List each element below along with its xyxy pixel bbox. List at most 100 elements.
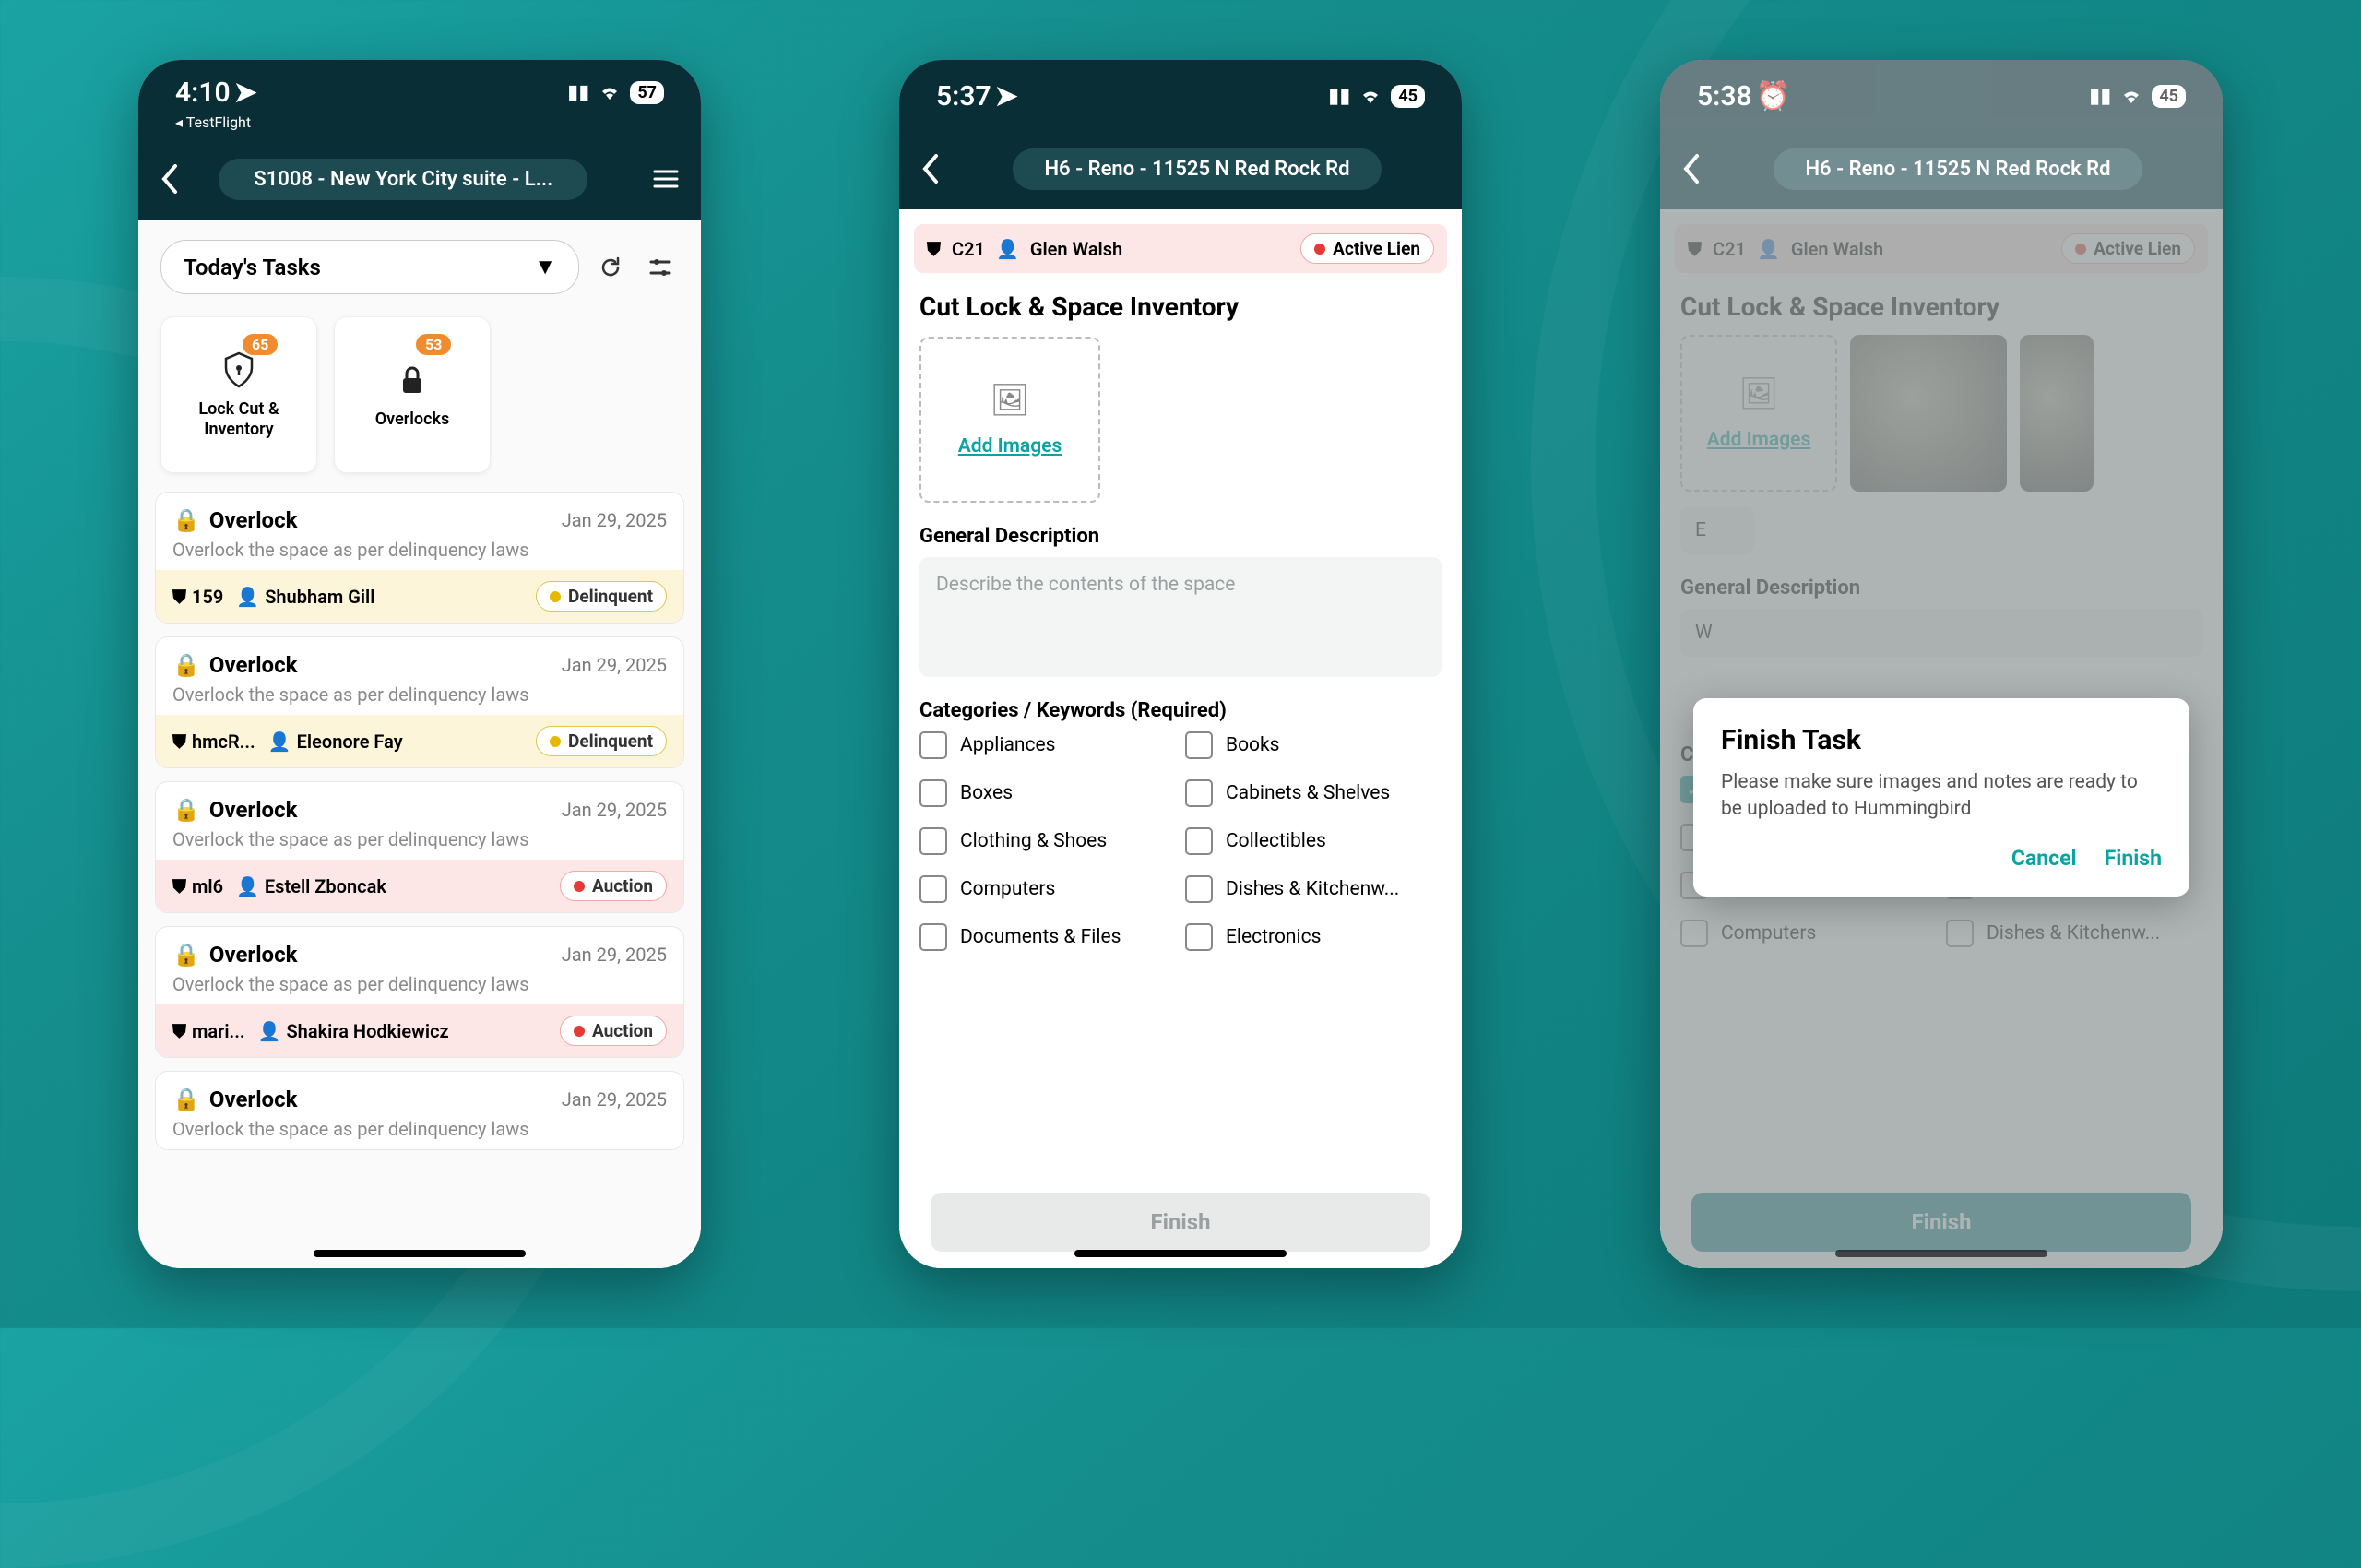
back-button[interactable] <box>921 154 940 184</box>
cellular-icon: ▮▮ <box>2089 85 2111 108</box>
battery-badge: 57 <box>630 81 664 104</box>
tile-overlocks[interactable]: 53 Overlocks <box>334 316 491 473</box>
location-arrow-icon: ➤ <box>995 80 1018 113</box>
testflight-link[interactable]: ◂ TestFlight <box>138 113 701 138</box>
description-label: General Description <box>899 519 1462 557</box>
status-pill-auction: Auction <box>560 871 667 901</box>
nav-header: S1008 - New York City suite - L... <box>138 138 701 220</box>
task-card[interactable]: 🔒Overlock Jan 29, 2025 Overlock the spac… <box>155 636 684 768</box>
category-checkbox[interactable]: Electronics <box>1185 923 1442 951</box>
checkbox-icon <box>1185 923 1213 951</box>
category-label: Books <box>1226 734 1280 756</box>
add-images-link[interactable]: Add Images <box>958 435 1062 457</box>
location-pill[interactable]: H6 - Reno - 11525 N Red Rock Rd <box>1013 148 1382 190</box>
lock-icon: 🔒 <box>172 942 200 968</box>
finish-button[interactable]: Finish <box>2105 846 2162 871</box>
location-pill: H6 - Reno - 11525 N Red Rock Rd <box>1774 148 2142 190</box>
unit-chip: ⛊ml6 <box>172 875 223 897</box>
task-scroll[interactable]: Today's Tasks ▼ 65 Lock Cut & Inventory <box>138 220 701 1268</box>
lock-icon: 🔒 <box>172 797 200 823</box>
unit-chip: ⛊mari... <box>172 1020 245 1042</box>
category-checkbox[interactable]: Dishes & Kitchenw... <box>1185 875 1442 903</box>
category-checkbox[interactable]: Books <box>1185 731 1442 759</box>
checkbox-icon <box>1185 875 1213 903</box>
category-checkbox[interactable]: Appliances <box>919 731 1176 759</box>
finish-button[interactable]: Finish <box>931 1193 1430 1252</box>
status-pill-delinquent: Delinquent <box>536 581 667 612</box>
category-checkbox[interactable]: Documents & Files <box>919 923 1176 951</box>
category-label: Cabinets & Shelves <box>1226 782 1390 804</box>
category-label: Dishes & Kitchenw... <box>1226 878 1399 900</box>
door-icon: ⛊ <box>927 238 941 260</box>
category-checkbox[interactable]: Cabinets & Shelves <box>1185 779 1442 807</box>
modal-title: Finish Task <box>1721 724 2162 756</box>
description-input[interactable]: Describe the contents of the space <box>919 557 1442 677</box>
tile-lock-cut[interactable]: 65 Lock Cut & Inventory <box>160 316 317 473</box>
task-card[interactable]: 🔒Overlock Jan 29, 2025 Overlock the spac… <box>155 926 684 1058</box>
task-card[interactable]: 🔒Overlock Jan 29, 2025 Overlock the spac… <box>155 1071 684 1150</box>
cellular-icon: ▮▮ <box>567 81 589 104</box>
categories-label: Categories / Keywords (Required) <box>899 694 1462 731</box>
status-time: 4:10➤ <box>175 77 257 109</box>
checkbox-icon <box>919 779 947 807</box>
status-pill-auction: Auction <box>560 1016 667 1046</box>
checkbox-icon <box>919 875 947 903</box>
door-icon: ⛊ <box>172 586 186 608</box>
checkbox-icon <box>1185 827 1213 855</box>
category-checkbox[interactable]: Clothing & Shoes <box>919 827 1176 855</box>
category-label: Appliances <box>960 734 1055 756</box>
settings-button[interactable] <box>642 249 679 286</box>
alarm-icon: ⏰ <box>1756 80 1790 113</box>
status-bar: 5:37➤ ▮▮ 45 <box>899 60 1462 128</box>
battery-badge: 45 <box>2152 85 2186 108</box>
refresh-button[interactable] <box>592 249 629 286</box>
wifi-icon <box>1359 88 1382 104</box>
category-label: Clothing & Shoes <box>960 830 1107 852</box>
tenant-chip: 👤Shakira Hodkiewicz <box>258 1020 449 1042</box>
image-icon: 🖼 <box>990 382 1029 419</box>
person-icon: 👤 <box>236 586 259 608</box>
category-checkbox[interactable]: Collectibles <box>1185 827 1442 855</box>
add-images-button[interactable]: 🖼 Add Images <box>919 337 1100 503</box>
home-indicator[interactable] <box>314 1250 526 1257</box>
menu-button[interactable] <box>653 169 679 189</box>
home-indicator[interactable] <box>1074 1250 1287 1257</box>
task-card[interactable]: 🔒Overlock Jan 29, 2025 Overlock the spac… <box>155 781 684 913</box>
status-right: ▮▮ 45 <box>2089 85 2186 108</box>
filter-dropdown[interactable]: Today's Tasks ▼ <box>160 240 579 294</box>
person-icon: 👤 <box>258 1020 281 1042</box>
location-arrow-icon: ➤ <box>234 77 257 109</box>
checkbox-icon <box>1185 779 1213 807</box>
status-time: 5:37➤ <box>936 80 1018 113</box>
category-label: Boxes <box>960 782 1013 804</box>
phone-tasks-list: 4:10➤ ▮▮ 57 ◂ TestFlight S1008 - New Yor… <box>138 60 701 1268</box>
task-date: Jan 29, 2025 <box>562 509 667 531</box>
category-checkbox[interactable]: Boxes <box>919 779 1176 807</box>
phone-inventory-form: 5:37➤ ▮▮ 45 H6 - Reno - 11525 N Red Rock… <box>899 60 1462 1268</box>
lock-icon: 🔒 <box>172 507 200 533</box>
unit-chip: ⛊hmcR... <box>172 731 255 753</box>
modal-body: Please make sure images and notes are re… <box>1721 769 2162 824</box>
category-checkbox[interactable]: Computers <box>919 875 1176 903</box>
door-icon: ⛊ <box>172 1020 186 1042</box>
tenant-chip: 👤Shubham Gill <box>236 586 374 608</box>
inventory-scroll[interactable]: ⛊C21 👤Glen Walsh Active Lien Cut Lock & … <box>899 209 1462 1268</box>
status-bar: 4:10➤ ▮▮ 57 <box>138 60 701 113</box>
cancel-button[interactable]: Cancel <box>2011 846 2077 871</box>
task-card[interactable]: 🔒Overlock Jan 29, 2025 Overlock the spac… <box>155 492 684 624</box>
category-label: Collectibles <box>1226 830 1326 852</box>
chevron-down-icon: ▼ <box>534 254 556 280</box>
nav-header: H6 - Reno - 11525 N Red Rock Rd <box>899 128 1462 209</box>
nav-header: H6 - Reno - 11525 N Red Rock Rd <box>1660 128 2223 209</box>
door-icon: ⛊ <box>172 875 186 897</box>
status-right: ▮▮ 45 <box>1328 85 1425 108</box>
checkbox-icon <box>919 827 947 855</box>
checkbox-icon <box>1185 731 1213 759</box>
lock-icon: 🔒 <box>172 652 200 678</box>
shield-icon <box>219 350 259 390</box>
back-button[interactable] <box>160 164 179 194</box>
task-desc: Overlock the space as per delinquency la… <box>172 533 667 561</box>
category-label: Electronics <box>1226 926 1321 948</box>
location-pill[interactable]: S1008 - New York City suite - L... <box>219 159 587 200</box>
checkbox-icon <box>919 923 947 951</box>
